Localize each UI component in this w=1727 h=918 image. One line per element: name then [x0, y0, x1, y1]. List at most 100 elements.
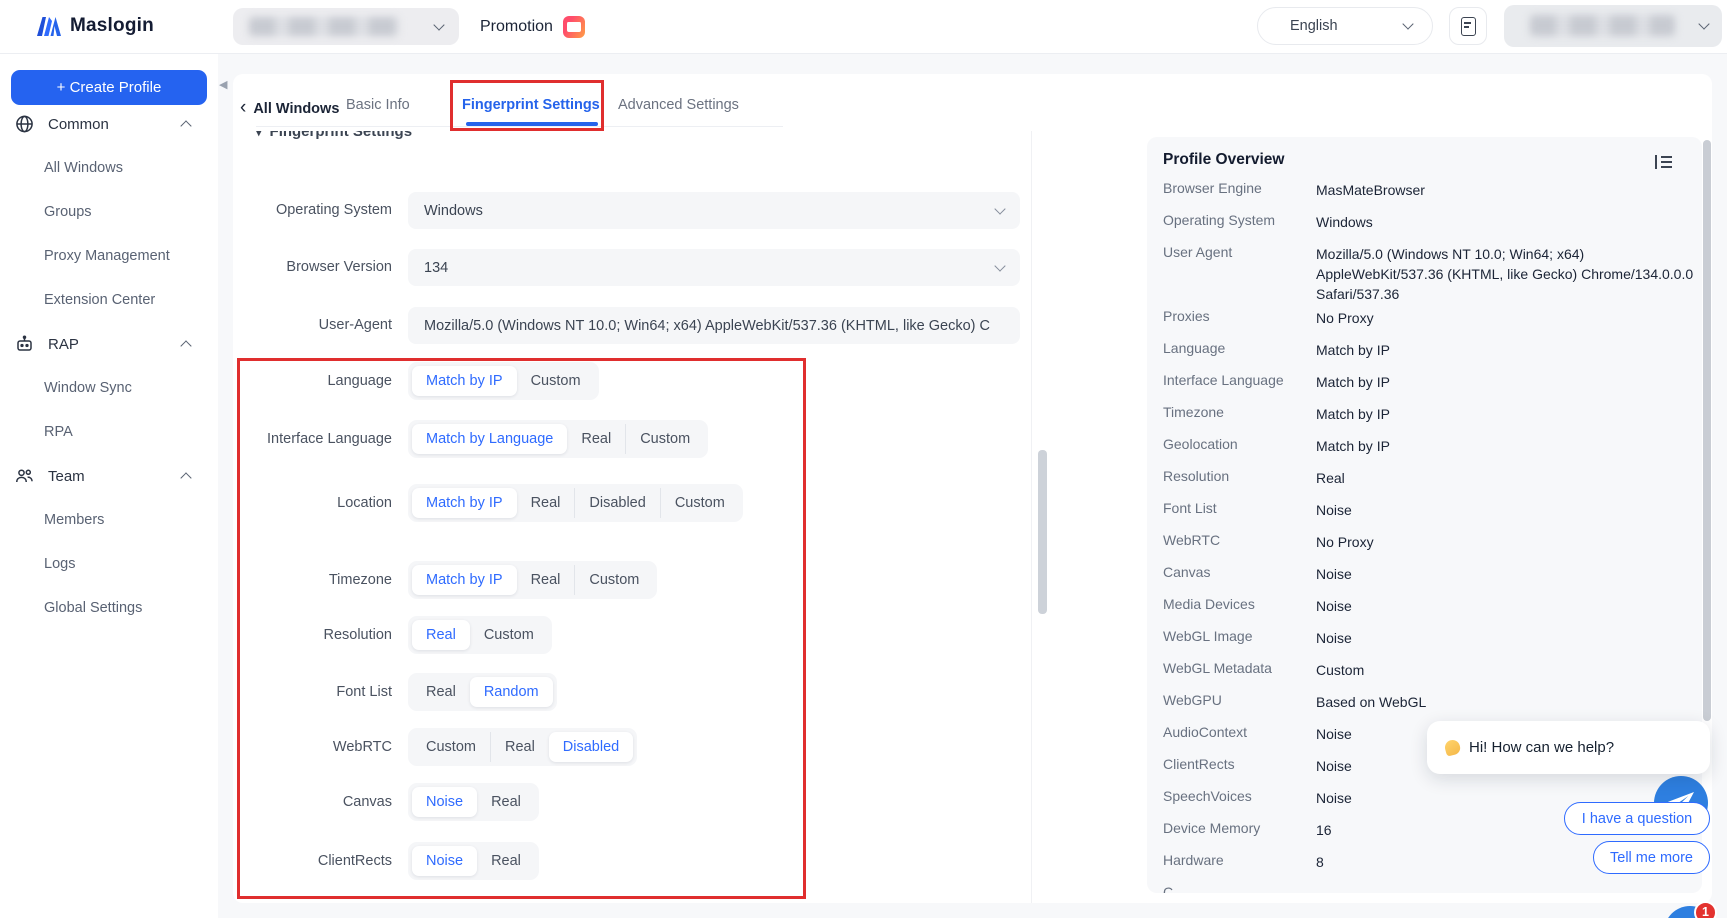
chevron-down-icon — [994, 260, 1005, 271]
overview-value: Noise — [1316, 500, 1696, 520]
overview-value: Based on WebGL — [1316, 692, 1696, 712]
overview-row-timezone: Timezone Match by IP — [1147, 404, 1702, 436]
sidebar-section-label: RAP — [48, 336, 79, 353]
overview-label: ClientRects — [1163, 756, 1235, 772]
sidebar: + Create Profile Common All Windows Groups… — [0, 54, 218, 918]
maslogin-logo-icon — [36, 16, 62, 36]
overview-label: Proxies — [1163, 308, 1210, 324]
overview-row-webrtc: WebRTCNo Proxy — [1147, 532, 1702, 564]
back-to-all-windows[interactable]: ‹ All Windows — [240, 97, 339, 121]
sidebar-item-all-windows[interactable]: All Windows — [0, 146, 218, 190]
sidebar-item-label: Proxy Management — [44, 248, 170, 264]
profile-overview-title: Profile Overview — [1163, 151, 1284, 169]
overview-label: Browser Engine — [1163, 180, 1262, 196]
overview-row-webgpu: WebGPUBased on WebGL — [1147, 692, 1702, 724]
operating-system-select[interactable]: Windows — [408, 192, 1020, 229]
overview-value: Match by IP — [1316, 372, 1696, 392]
overview-value: Match by IP — [1316, 404, 1696, 424]
docs-button[interactable] — [1449, 7, 1487, 45]
sidebar-section-common[interactable]: Common — [0, 102, 218, 146]
overview-label: WebGL Metadata — [1163, 660, 1272, 676]
overview-label: Font List — [1163, 500, 1217, 516]
sidebar-item-global-settings[interactable]: Global Settings — [0, 586, 218, 630]
sidebar-item-groups[interactable]: Groups — [0, 190, 218, 234]
sidebar-item-label: Window Sync — [44, 380, 132, 396]
tab-basic-info[interactable]: Basic Info — [346, 97, 410, 121]
sidebar-section-rap[interactable]: RAP — [0, 322, 218, 366]
overview-row-user-agent: User AgentMozilla/5.0 (Windows NT 10.0; … — [1147, 244, 1702, 308]
overview-scrollbar[interactable] — [1703, 140, 1711, 721]
overview-label: User Agent — [1163, 244, 1232, 260]
overview-value: MasMateBrowser — [1316, 180, 1696, 200]
chat-tell-me-more-button[interactable]: Tell me more — [1593, 841, 1710, 874]
sidebar-nav: Common All Windows Groups Proxy Management E… — [0, 102, 218, 630]
chat-notification-badge: 1 — [1694, 901, 1717, 918]
overview-row-operating-system: Operating SystemWindows — [1147, 212, 1702, 244]
overview-label: C — [1163, 884, 1173, 893]
sidebar-item-logs[interactable]: Logs — [0, 542, 218, 586]
overview-row-webgl-image: WebGL ImageNoise — [1147, 628, 1702, 660]
caret-down-icon: ▾ — [256, 131, 262, 139]
overview-label: Timezone — [1163, 404, 1224, 420]
overview-row-language: LanguageMatch by IP — [1147, 340, 1702, 372]
sidebar-item-members[interactable]: Members — [0, 498, 218, 542]
overview-label: Operating System — [1163, 212, 1275, 228]
form-panel-divider — [1031, 131, 1032, 903]
overview-row-font-list: Font List Noise — [1147, 500, 1702, 532]
field-value: Mozilla/5.0 (Windows NT 10.0; Win64; x64… — [424, 318, 1004, 334]
overview-value: Custom — [1316, 660, 1696, 680]
app-title: Maslogin — [70, 15, 154, 37]
browser-version-select[interactable]: 134 — [408, 249, 1020, 286]
chat-question-button[interactable]: I have a question — [1564, 802, 1710, 835]
sidebar-item-rpa[interactable]: RPA — [0, 410, 218, 454]
overview-label: Geolocation — [1163, 436, 1238, 452]
back-label: All Windows — [253, 101, 339, 117]
profile-overview-panel: Profile Overview Browser Engine MasMateBr… — [1147, 137, 1702, 893]
tab-advanced-settings[interactable]: Advanced Settings — [618, 97, 739, 121]
overview-row-geolocation: Geolocation Match by IP — [1147, 436, 1702, 468]
overview-row-canvas: CanvasNoise — [1147, 564, 1702, 596]
redacted-account-name — [1530, 15, 1675, 36]
overview-value: Match by IP — [1316, 436, 1696, 456]
app-window: Maslogin Promotion English + Create Prof… — [0, 0, 1727, 918]
sidebar-item-extension-center[interactable]: Extension Center — [0, 278, 218, 322]
overview-label: AudioContext — [1163, 724, 1247, 740]
sidebar-collapse-button[interactable]: ◀ — [219, 76, 233, 94]
redacted-profile-name — [249, 17, 399, 36]
sidebar-item-label: RPA — [44, 424, 73, 440]
overview-value: Real — [1316, 468, 1696, 488]
collapse-panel-icon[interactable] — [1655, 155, 1672, 169]
sidebar-item-label: Groups — [44, 204, 92, 220]
overview-label: Resolution — [1163, 468, 1229, 484]
account-dropdown[interactable] — [1504, 5, 1722, 47]
sidebar-item-label: All Windows — [44, 160, 123, 176]
chevron-up-icon — [180, 120, 191, 131]
chevron-down-icon — [994, 203, 1005, 214]
sidebar-item-window-sync[interactable]: Window Sync — [0, 366, 218, 410]
user-agent-input[interactable]: Mozilla/5.0 (Windows NT 10.0; Win64; x64… — [408, 307, 1020, 344]
overview-label: Language — [1163, 340, 1225, 356]
waving-hand-icon — [1443, 738, 1461, 756]
chevron-left-icon: ‹ — [240, 98, 246, 118]
sidebar-item-label: Global Settings — [44, 600, 142, 616]
form-scrollbar[interactable] — [1038, 450, 1047, 614]
field-value: 134 — [424, 260, 996, 276]
sidebar-section-label: Team — [48, 468, 85, 485]
create-profile-button[interactable]: + Create Profile — [11, 70, 207, 105]
overview-label: WebGL Image — [1163, 628, 1253, 644]
sidebar-item-proxy-management[interactable]: Proxy Management — [0, 234, 218, 278]
sidebar-section-label: Common — [48, 116, 109, 133]
chevron-up-icon — [180, 472, 191, 483]
top-header: Maslogin Promotion English — [0, 0, 1727, 54]
language-selector[interactable]: English — [1257, 7, 1433, 45]
sidebar-section-team[interactable]: Team — [0, 454, 218, 498]
overview-row-interface-language: Interface LanguageMatch by IP — [1147, 372, 1702, 404]
overview-value: No Proxy — [1316, 308, 1696, 328]
profile-selector-dropdown[interactable] — [233, 8, 459, 45]
chevron-down-icon — [1402, 18, 1413, 29]
promotion-link[interactable]: Promotion — [480, 0, 585, 54]
overview-label: Hardware — [1163, 852, 1224, 868]
robot-icon — [15, 335, 34, 354]
overview-row-browser-engine: Browser Engine MasMateBrowser — [1147, 180, 1702, 212]
chevron-up-icon — [180, 340, 191, 351]
